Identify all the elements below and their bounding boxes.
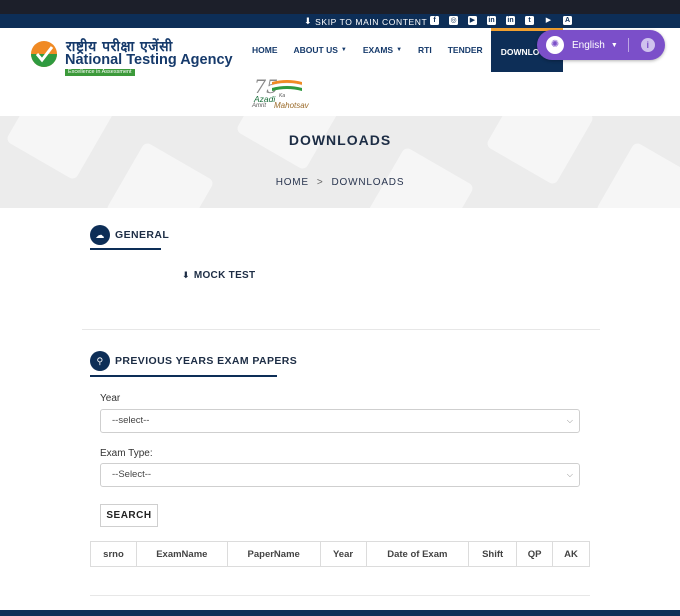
browser-top-bar bbox=[0, 0, 680, 14]
page: ⬇ SKIP TO MAIN CONTENT f ◎ ▶ in in t ▶ A… bbox=[0, 0, 680, 616]
info-icon[interactable]: i bbox=[640, 38, 655, 52]
chevron-down-icon: ⌵ bbox=[566, 470, 573, 479]
column-header-date-of-exam[interactable]: Date of Exam bbox=[365, 541, 470, 567]
breadcrumb-home[interactable]: HOME bbox=[276, 177, 309, 188]
logo-english-text: National Testing Agency bbox=[65, 52, 233, 68]
column-header-exam-name[interactable]: ExamName bbox=[135, 541, 228, 567]
nav-exams[interactable]: EXAMS ▼ bbox=[355, 28, 410, 72]
chevron-down-icon: ⌵ bbox=[566, 416, 573, 425]
banner-pattern-shape bbox=[485, 116, 595, 186]
nav-about-us[interactable]: ABOUT US ▼ bbox=[286, 28, 355, 72]
column-header-ak[interactable]: AK bbox=[552, 541, 590, 567]
exam-type-select-value: --Select-- bbox=[112, 469, 152, 480]
column-header-shift[interactable]: Shift bbox=[468, 541, 518, 567]
page-banner: DOWNLOADS HOME > DOWNLOADS bbox=[0, 116, 680, 208]
section-divider bbox=[90, 595, 590, 596]
azadi-ka-amrit-mahotsav-logo: 75 Azadi Amrit Mahotsav Ka bbox=[252, 76, 316, 112]
column-header-srno[interactable]: srno bbox=[90, 541, 137, 567]
cloud-download-icon: ☁ bbox=[90, 225, 110, 245]
search-button[interactable]: SEARCH bbox=[100, 504, 158, 527]
general-title: GENERAL bbox=[115, 229, 170, 241]
main-nav: HOME ABOUT US ▼ EXAMS ▼ RTI TENDER DOWNLO bbox=[244, 28, 563, 72]
mock-test-label: MOCK TEST bbox=[193, 270, 256, 281]
previous-papers-underline bbox=[90, 375, 277, 377]
caret-down-icon: ▼ bbox=[396, 47, 403, 53]
language-label: English bbox=[572, 39, 605, 51]
nav-rti[interactable]: RTI bbox=[410, 28, 440, 72]
linkedin-icon[interactable]: in bbox=[487, 16, 496, 25]
caret-down-icon: ▼ bbox=[340, 47, 347, 53]
footer-bar bbox=[0, 610, 680, 616]
azadi-ka: Ka bbox=[279, 93, 286, 99]
exam-type-label: Exam Type: bbox=[100, 448, 153, 459]
section-divider bbox=[82, 329, 600, 330]
app-store-icon[interactable]: A bbox=[563, 16, 572, 25]
tricolor-flag-icon bbox=[272, 80, 302, 91]
instagram-icon[interactable]: ◎ bbox=[449, 16, 458, 25]
column-header-qp[interactable]: QP bbox=[516, 541, 554, 567]
caret-down-icon: ▼ bbox=[610, 41, 618, 49]
facebook-icon[interactable]: f bbox=[430, 16, 439, 25]
year-select-value: --select-- bbox=[112, 415, 150, 426]
skip-to-main-link[interactable]: ⬇ SKIP TO MAIN CONTENT bbox=[304, 16, 427, 27]
previous-papers-title: PREVIOUS YEARS EXAM PAPERS bbox=[115, 355, 298, 367]
results-table: srno ExamName PaperName Year Date of Exa… bbox=[90, 541, 590, 567]
column-header-year[interactable]: Year bbox=[319, 541, 367, 567]
banner-pattern-shape bbox=[595, 141, 680, 208]
play-store-icon[interactable]: ▶ bbox=[544, 16, 553, 25]
nav-exams-label: EXAMS bbox=[362, 45, 394, 55]
previous-papers-heading: ⚲ PREVIOUS YEARS EXAM PAPERS bbox=[90, 351, 297, 371]
nav-home-label: HOME bbox=[252, 45, 278, 55]
general-heading: ☁ GENERAL bbox=[90, 225, 169, 245]
breadcrumb-separator: > bbox=[316, 177, 324, 188]
language-selector[interactable]: ✺ English ▼ i bbox=[537, 30, 665, 60]
year-label: Year bbox=[100, 393, 121, 404]
twitter-icon[interactable]: t bbox=[525, 16, 534, 25]
nav-tender[interactable]: TENDER bbox=[440, 28, 491, 72]
exam-type-select[interactable]: --Select-- ⌵ bbox=[100, 463, 580, 487]
column-header-paper-name[interactable]: PaperName bbox=[226, 541, 321, 567]
nav-rti-label: RTI bbox=[418, 45, 432, 55]
linkedin-in-icon[interactable]: in bbox=[506, 16, 515, 25]
logo-tagline: Excellence in Assessment bbox=[65, 69, 135, 76]
nav-about-label: ABOUT US bbox=[293, 45, 338, 55]
skip-label: SKIP TO MAIN CONTENT bbox=[315, 16, 428, 27]
nav-downloads-label: DOWNLO bbox=[500, 46, 540, 57]
language-divider bbox=[627, 38, 629, 52]
azadi-line3: Mahotsav bbox=[274, 101, 309, 110]
download-icon: ⬇ bbox=[182, 270, 190, 280]
nta-logo-icon bbox=[31, 41, 57, 67]
table-header-row: srno ExamName PaperName Year Date of Exa… bbox=[90, 541, 590, 567]
social-links: f ◎ ▶ in in t ▶ A bbox=[430, 16, 572, 25]
mock-test-link[interactable]: ⬇ MOCK TEST bbox=[182, 270, 255, 281]
banner-pattern-shape bbox=[5, 116, 115, 181]
nav-tender-label: TENDER bbox=[447, 45, 483, 55]
arrow-down-icon: ⬇ bbox=[304, 16, 313, 26]
year-select[interactable]: --select-- ⌵ bbox=[100, 409, 580, 433]
search-icon: ⚲ bbox=[90, 351, 110, 371]
banner-pattern-shape bbox=[105, 141, 215, 208]
utility-bar: ⬇ SKIP TO MAIN CONTENT f ◎ ▶ in in t ▶ A bbox=[0, 14, 680, 28]
breadcrumb-current: DOWNLOADS bbox=[331, 177, 405, 188]
page-title: DOWNLOADS bbox=[288, 132, 392, 148]
nav-home[interactable]: HOME bbox=[244, 28, 286, 72]
general-underline bbox=[90, 248, 161, 250]
breadcrumb: HOME > DOWNLOADS bbox=[0, 177, 680, 188]
globe-icon: ✺ bbox=[546, 36, 564, 54]
youtube-icon[interactable]: ▶ bbox=[468, 16, 477, 25]
azadi-line2: Amrit bbox=[252, 103, 266, 109]
